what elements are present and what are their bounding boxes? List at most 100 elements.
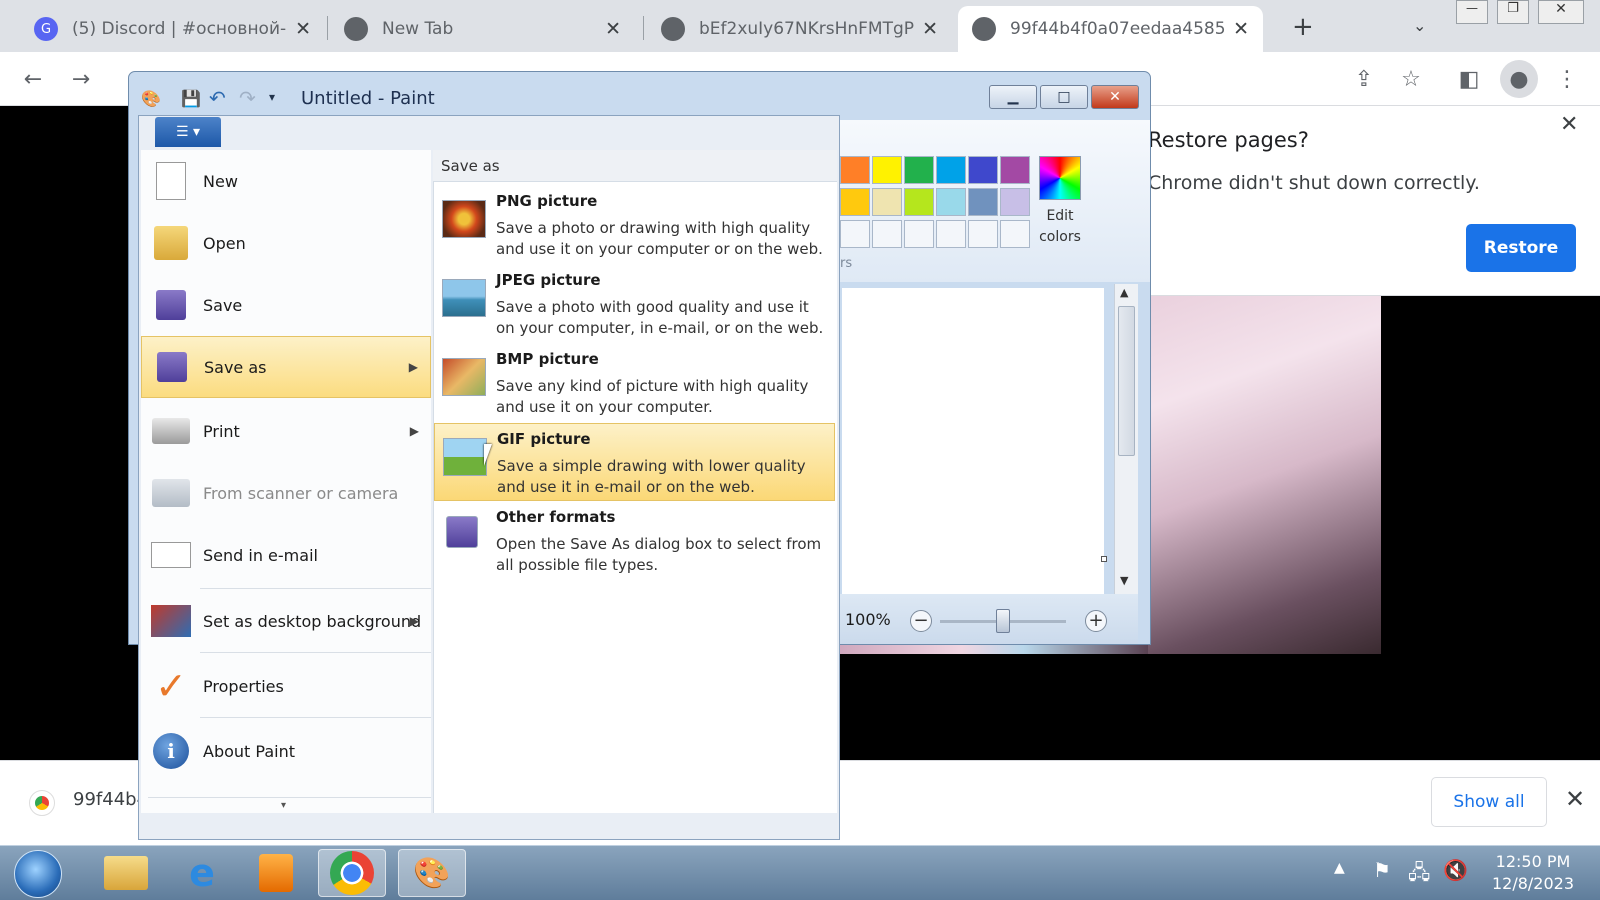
jpeg-picture-icon — [442, 279, 486, 317]
side-panel-icon[interactable]: ◧ — [1450, 60, 1488, 98]
network-icon[interactable]: 🖧 — [1408, 858, 1430, 892]
canvas-resize-handle[interactable] — [1101, 556, 1107, 562]
file-menu-button[interactable]: ☰ ▾ — [155, 117, 221, 147]
forward-icon[interactable]: → — [62, 60, 100, 98]
paint-close-button[interactable]: ✕ — [1091, 85, 1139, 109]
redo-icon[interactable]: ↷ — [239, 86, 256, 110]
menu-item-properties[interactable]: ✓ Properties — [141, 655, 431, 717]
color-swatch[interactable] — [936, 156, 966, 184]
close-window-icon[interactable]: ✕ — [1538, 0, 1584, 24]
color-swatch[interactable] — [872, 156, 902, 184]
menu-item-about-paint[interactable]: i About Paint — [141, 720, 431, 782]
color-swatch[interactable] — [1000, 156, 1030, 184]
clock-time: 12:50 PM — [1495, 852, 1571, 871]
save-as-other-formats[interactable]: Other formats Open the Save As dialog bo… — [434, 502, 835, 580]
color-swatch[interactable] — [840, 220, 870, 248]
menu-item-open[interactable]: Open — [141, 212, 431, 274]
tab-page-3-active[interactable]: 99f44b4f0a07eedaa458560 ✕ — [958, 6, 1263, 52]
drawing-canvas[interactable] — [842, 288, 1104, 594]
profile-icon[interactable]: ● — [1500, 60, 1538, 98]
save-as-png[interactable]: PNG picture Save a photo or drawing with… — [434, 186, 835, 264]
quick-save-icon[interactable]: 💾 — [181, 89, 201, 108]
close-tab-icon[interactable]: ✕ — [922, 18, 938, 40]
restore-title: Restore pages? — [1148, 128, 1309, 152]
color-swatch[interactable] — [872, 188, 902, 216]
close-icon[interactable]: ✕ — [1560, 112, 1578, 137]
action-center-flag-icon[interactable]: ⚑ — [1373, 858, 1391, 882]
menu-kebab-icon[interactable]: ⋮ — [1548, 60, 1586, 98]
color-swatch[interactable] — [1000, 220, 1030, 248]
color-swatch[interactable] — [872, 220, 902, 248]
restore-button[interactable]: Restore — [1466, 224, 1576, 272]
taskbar-explorer[interactable] — [92, 849, 160, 897]
save-as-jpeg[interactable]: JPEG picture Save a photo with good qual… — [434, 265, 835, 343]
tab-discord[interactable]: G (5) Discord | #основной-ча ✕ — [20, 6, 325, 52]
close-tab-icon[interactable]: ✕ — [1233, 18, 1249, 40]
paint-status-bar: 100% − + — [840, 594, 1138, 644]
color-swatch[interactable] — [1000, 188, 1030, 216]
restore-window-icon[interactable]: ❐ — [1497, 0, 1529, 24]
scroll-thumb[interactable] — [1118, 306, 1135, 456]
close-download-bar-icon[interactable]: ✕ — [1565, 785, 1585, 813]
close-tab-icon[interactable]: ✕ — [295, 18, 311, 40]
paint-icon: 🎨 — [413, 855, 451, 891]
taskbar-chrome[interactable] — [318, 849, 386, 897]
color-swatch[interactable] — [936, 188, 966, 216]
edit-colors-icon[interactable] — [1039, 156, 1081, 200]
back-icon[interactable]: ← — [14, 60, 52, 98]
color-swatch[interactable] — [968, 156, 998, 184]
menu-item-from-scanner: From scanner or camera — [141, 462, 431, 524]
scroll-down-icon[interactable]: ▼ — [1120, 574, 1128, 587]
menu-item-save-as[interactable]: Save as ▶ — [141, 336, 431, 398]
show-all-button[interactable]: Show all — [1431, 777, 1547, 827]
zoom-slider-thumb[interactable] — [996, 609, 1010, 633]
taskbar-internet-explorer[interactable]: e — [168, 849, 236, 897]
more-chevron-icon[interactable]: ▾ — [281, 800, 286, 811]
scanner-icon — [151, 473, 191, 513]
chrome-icon — [29, 790, 55, 816]
color-swatch[interactable] — [904, 188, 934, 216]
color-swatch[interactable] — [968, 188, 998, 216]
share-icon[interactable]: ⇪ — [1345, 60, 1383, 98]
restore-pages-bubble: Restore pages? Chrome didn't shut down c… — [1148, 106, 1600, 296]
menu-item-new[interactable]: New — [141, 150, 431, 212]
color-swatch[interactable] — [936, 220, 966, 248]
show-hidden-icons-icon[interactable]: ▲ — [1334, 860, 1345, 876]
zoom-out-icon[interactable]: − — [910, 610, 932, 632]
minimize-window-icon[interactable]: — — [1456, 0, 1488, 24]
new-tab-icon[interactable]: + — [1292, 12, 1314, 42]
color-swatch[interactable] — [840, 156, 870, 184]
color-swatch[interactable] — [904, 220, 934, 248]
volume-muted-icon[interactable]: 🔇 — [1443, 858, 1468, 882]
start-button[interactable] — [14, 850, 62, 898]
windows-taskbar: e 🎨 ▲ ⚑ 🖧 🔇 12:50 PM 12/8/2023 — [0, 845, 1600, 900]
chrome-icon — [344, 17, 368, 41]
paint-maximize-button[interactable]: □ — [1040, 85, 1088, 109]
color-swatch[interactable] — [968, 220, 998, 248]
save-as-bmp[interactable]: BMP picture Save any kind of picture wit… — [434, 344, 835, 422]
download-filename[interactable]: 99f44b4 — [73, 789, 148, 810]
menu-item-save[interactable]: Save — [141, 274, 431, 336]
tab-search-chevron-icon[interactable]: ⌄ — [1413, 16, 1426, 35]
zoom-in-icon[interactable]: + — [1085, 610, 1107, 632]
quick-access-dropdown-icon[interactable]: ▾ — [269, 90, 275, 104]
edit-colors-label[interactable]: Edit colors — [1030, 206, 1090, 248]
tab-page-2[interactable]: bEf2xuIy67NKrsHnFMTgPr6 ✕ — [647, 6, 952, 52]
menu-item-print[interactable]: Print ▶ — [141, 400, 431, 462]
save-as-gif[interactable]: GIF picture Save a simple drawing with l… — [434, 423, 835, 501]
tab-new-tab[interactable]: New Tab ✕ — [330, 6, 635, 52]
color-swatch[interactable] — [840, 188, 870, 216]
taskbar-media-player[interactable] — [242, 849, 310, 897]
close-tab-icon[interactable]: ✕ — [605, 18, 621, 40]
clock[interactable]: 12:50 PM 12/8/2023 — [1468, 851, 1598, 895]
undo-icon[interactable]: ↶ — [209, 86, 226, 110]
taskbar-paint[interactable]: 🎨 — [398, 849, 466, 897]
menu-item-set-desktop-background[interactable]: Set as desktop background ▶ — [141, 590, 431, 652]
scroll-up-icon[interactable]: ▲ — [1120, 286, 1128, 299]
color-swatch[interactable] — [904, 156, 934, 184]
paint-minimize-button[interactable]: ▁ — [989, 85, 1037, 109]
vertical-scrollbar[interactable]: ▲ ▼ — [1114, 284, 1138, 594]
bookmark-star-icon[interactable]: ☆ — [1392, 60, 1430, 98]
menu-item-send-email[interactable]: Send in e-mail — [141, 524, 431, 586]
submenu-arrow-icon: ▶ — [409, 614, 419, 628]
